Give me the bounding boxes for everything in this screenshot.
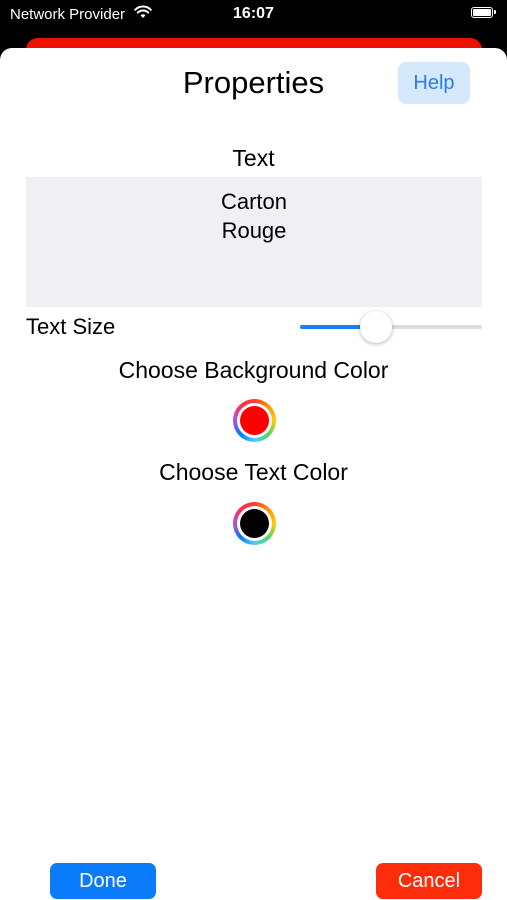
status-bar: Network Provider 16:07	[0, 0, 507, 30]
text-input[interactable]: Carton Rouge	[26, 177, 482, 307]
background-color-swatch	[240, 406, 269, 435]
text-size-slider[interactable]	[300, 311, 482, 343]
help-button[interactable]: Help	[398, 62, 470, 104]
cancel-button[interactable]: Cancel	[376, 863, 482, 899]
done-button[interactable]: Done	[50, 863, 156, 899]
text-color-label: Choose Text Color	[159, 459, 348, 485]
text-size-label: Text Size	[26, 314, 116, 339]
text-color-well[interactable]	[233, 502, 276, 545]
status-time: 16:07	[233, 5, 274, 22]
text-color-swatch	[240, 509, 269, 538]
background-color-well[interactable]	[233, 399, 276, 442]
slider-thumb[interactable]	[360, 311, 393, 343]
battery-icon	[471, 7, 496, 18]
background-color-label: Choose Background Color	[118, 357, 389, 383]
text-label: Text	[232, 145, 275, 171]
